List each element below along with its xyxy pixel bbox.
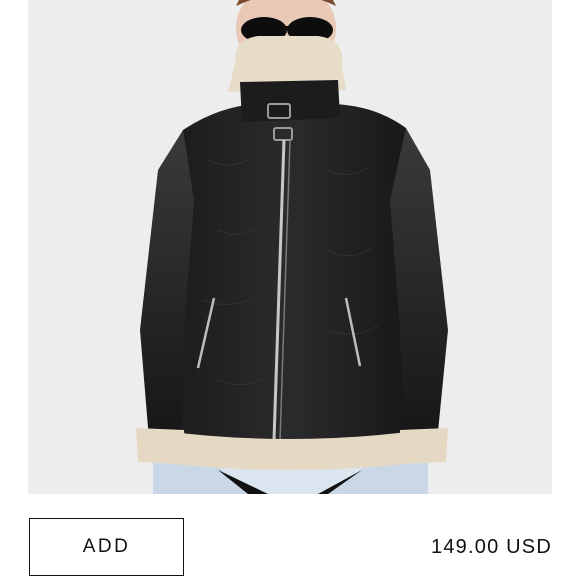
price: 149.00 USD <box>431 536 552 558</box>
add-to-cart-button[interactable]: ADD <box>29 518 184 576</box>
jacket-illustration <box>136 0 448 494</box>
add-button-label: ADD <box>82 536 131 557</box>
product-card: ADD 149.00 USD <box>0 0 580 580</box>
product-photo[interactable] <box>28 0 552 494</box>
